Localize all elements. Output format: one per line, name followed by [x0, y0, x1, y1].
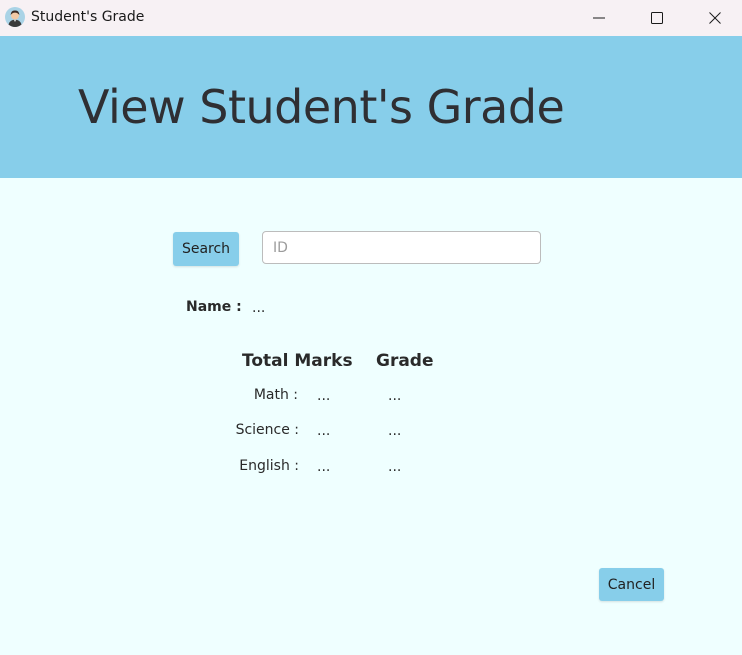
minimize-button[interactable] — [570, 0, 628, 36]
name-value: ... — [252, 300, 266, 316]
math-grade-value: ... — [388, 388, 402, 404]
window-title: Student's Grade — [31, 9, 145, 25]
science-label: Science : — [235, 422, 299, 438]
grade-header: Grade — [376, 351, 434, 371]
maximize-icon — [651, 12, 663, 24]
total-marks-header: Total Marks — [242, 351, 353, 371]
science-grade-value: ... — [388, 423, 402, 439]
page-title: View Student's Grade — [78, 80, 565, 134]
search-button[interactable]: Search — [173, 232, 239, 266]
cancel-button[interactable]: Cancel — [599, 568, 664, 601]
science-marks-value: ... — [317, 423, 331, 439]
window-titlebar[interactable]: Student's Grade — [0, 0, 742, 36]
student-avatar-icon — [5, 7, 25, 27]
close-icon — [709, 12, 721, 24]
english-grade-value: ... — [388, 459, 402, 475]
name-label: Name : — [186, 299, 242, 315]
math-label: Math : — [253, 387, 298, 403]
english-marks-value: ... — [317, 459, 331, 475]
maximize-button[interactable] — [628, 0, 686, 36]
english-label: English : — [239, 458, 299, 474]
minimize-icon — [593, 12, 605, 24]
id-search-input[interactable] — [262, 231, 541, 264]
math-marks-value: ... — [317, 388, 331, 404]
close-button[interactable] — [686, 0, 742, 36]
